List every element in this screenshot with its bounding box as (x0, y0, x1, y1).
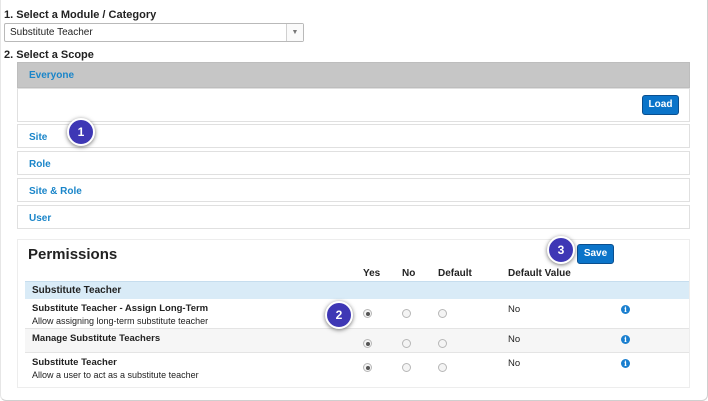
permission-group-row: Substitute Teacher (25, 281, 689, 299)
scope-item-user[interactable]: User (17, 205, 690, 229)
info-icon[interactable]: i (621, 359, 630, 368)
radio-yes[interactable] (363, 309, 372, 318)
scope-item-site[interactable]: Site (17, 124, 690, 148)
permission-name: Manage Substitute Teachers (32, 333, 161, 344)
chevron-down-icon[interactable]: ▼ (286, 24, 303, 41)
scope-section-label: 2. Select a Scope (4, 49, 94, 61)
scope-everyone-panel: Load (17, 88, 690, 122)
module-section-label: 1. Select a Module / Category (4, 9, 157, 21)
scope-item-site-role[interactable]: Site & Role (17, 178, 690, 202)
radio-default[interactable] (438, 363, 447, 372)
permissions-title: Permissions (28, 246, 118, 263)
column-header-yes: Yes (363, 268, 381, 279)
default-value: No (508, 304, 521, 315)
radio-yes[interactable] (363, 363, 372, 372)
permission-name: Substitute Teacher (32, 357, 117, 368)
scope-item-role[interactable]: Role (17, 151, 690, 175)
permission-name: Substitute Teacher - Assign Long-Term (32, 303, 209, 314)
info-icon[interactable]: i (621, 335, 630, 344)
default-value: No (508, 334, 521, 345)
column-header-default: Default (438, 268, 472, 279)
radio-default[interactable] (438, 339, 447, 348)
radio-no[interactable] (402, 363, 411, 372)
info-icon[interactable]: i (621, 305, 630, 314)
radio-no[interactable] (402, 309, 411, 318)
module-select-value: Substitute Teacher (10, 27, 93, 38)
radio-yes[interactable] (363, 339, 372, 348)
column-header-no: No (402, 268, 416, 279)
permission-description: Allow a user to act as a substitute teac… (32, 370, 199, 380)
module-select[interactable]: Substitute Teacher ▼ (4, 23, 304, 42)
callout-badge-2: 2 (325, 301, 353, 329)
load-button[interactable]: Load (642, 95, 679, 115)
scope-everyone-header[interactable]: Everyone (17, 62, 690, 88)
save-button[interactable]: Save (577, 244, 614, 264)
callout-badge-3: 3 (547, 236, 575, 264)
radio-default[interactable] (438, 309, 447, 318)
column-header-default-value: Default Value (508, 268, 571, 279)
permission-description: Allow assigning long-term substitute tea… (32, 316, 209, 326)
default-value: No (508, 358, 521, 369)
radio-no[interactable] (402, 339, 411, 348)
callout-badge-1: 1 (67, 118, 95, 146)
